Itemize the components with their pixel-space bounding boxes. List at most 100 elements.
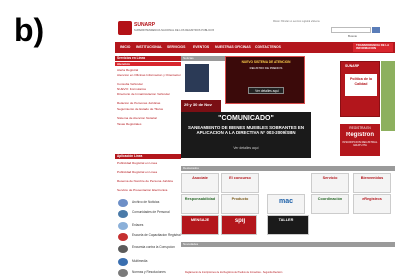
website-screenshot: SUNARP SUPERINTENDENCIA NACIONAL DE LOS … bbox=[115, 16, 395, 280]
featured-tile-label: Producto bbox=[231, 197, 249, 201]
search-input[interactable] bbox=[331, 27, 371, 33]
sidebar-item[interactable]: Sistema de Atencion Notarial bbox=[117, 116, 157, 120]
peru-map-image[interactable] bbox=[381, 61, 395, 131]
popup-title: NUEVO SISTEMA DE ATENCION bbox=[241, 60, 291, 64]
promo-text: Politica de la Calidad bbox=[350, 77, 372, 86]
sidebar-app-item[interactable]: Publicidad Registral en Linea bbox=[117, 161, 157, 165]
logo-mark-icon bbox=[118, 21, 132, 35]
main-nav: INICIO INSTITUCIONAL SERVICIOS EVENTOS N… bbox=[115, 42, 395, 53]
popup-dialog: NUEVO SISTEMA DE ATENCION REGISTRO DE PR… bbox=[225, 56, 305, 104]
multimedia-icon bbox=[118, 258, 128, 266]
featured-tile[interactable]: MENSAJE bbox=[181, 215, 219, 235]
registron-promo-title: Registron bbox=[345, 132, 374, 138]
news-body: Reglamento de Inscripciones de los Regis… bbox=[181, 247, 395, 280]
notice-media-thumbnail[interactable] bbox=[185, 64, 209, 92]
sidebar-item[interactable]: Atencion en Oficinas Informacion y Orien… bbox=[117, 73, 182, 77]
news-archive-icon bbox=[118, 199, 128, 207]
nav-item-eventos[interactable]: EVENTOS bbox=[193, 42, 209, 53]
nav-item-servicios[interactable]: SERVICIOS bbox=[167, 42, 185, 53]
rules-icon bbox=[118, 269, 128, 277]
sidebar-item[interactable]: Tasas Registrales bbox=[117, 122, 141, 126]
sidebar-link[interactable]: Archivo de Noticias bbox=[132, 200, 159, 204]
transparency-badge[interactable]: TRANSPARENCIA DE LA INFORMACION bbox=[353, 43, 393, 52]
featured-tile[interactable]: TALLER bbox=[267, 215, 309, 235]
featured-tile-label: spij bbox=[234, 218, 246, 224]
featured-tile-label: MENSAJE bbox=[190, 218, 210, 222]
featured-tile-label: eRegistros bbox=[362, 197, 382, 201]
header: SUNARP SUPERINTENDENCIA NACIONAL DE LOS … bbox=[115, 16, 395, 42]
notices-title: Noticias bbox=[183, 56, 194, 60]
featured-tile-label: Coordinación bbox=[317, 197, 343, 201]
featured-tile[interactable]: El concurso bbox=[221, 173, 259, 193]
featured-tile[interactable]: Bienvenidos bbox=[353, 173, 391, 193]
registron-promo[interactable]: REGISTRA EN Registron INSCRIPCIÓN REGIST… bbox=[340, 124, 380, 156]
logo-subtitle: SUPERINTENDENCIA NACIONAL DE LOS REGISTR… bbox=[134, 29, 215, 32]
sidebar-link[interactable]: Encuesta contra la Corrupcion bbox=[132, 245, 175, 249]
sidebar-link[interactable]: Escuela de Capacitacion Registral bbox=[132, 233, 181, 237]
featured-tile[interactable]: Coordinación bbox=[311, 194, 349, 214]
featured-tile-label: TALLER bbox=[278, 218, 294, 222]
sidebar-item[interactable]: Consulta Vehicular bbox=[117, 82, 143, 86]
event-date-label: 29 y 30 de Nov bbox=[184, 102, 212, 107]
panel-label: b) bbox=[14, 12, 45, 48]
announcement-title: "COMUNICADO" bbox=[218, 115, 274, 122]
left-sidebar: Servicios en Línea Atención Alerta Regis… bbox=[115, 56, 182, 280]
registron-promo-subtitle: INSCRIPCIÓN REGISTRAL GRATUITA bbox=[342, 141, 378, 148]
sidebar-section-title: Atención bbox=[115, 62, 181, 66]
nav-item-inicio[interactable]: INICIO bbox=[120, 42, 130, 53]
featured-tile-label: Responsabilidad bbox=[184, 197, 216, 201]
transparency-badge-label: TRANSPARENCIA DE LA INFORMACION bbox=[356, 44, 389, 51]
search-button[interactable] bbox=[372, 27, 380, 33]
logo[interactable]: SUNARP SUPERINTENDENCIA NACIONAL DE LOS … bbox=[118, 21, 214, 37]
sidebar-item[interactable]: Directorio de Inmatriculacion Vehicular bbox=[117, 92, 170, 96]
announcement-banner[interactable]: "COMUNICADO" SANEAMIENTO DE BIENES MUEBL… bbox=[181, 112, 311, 158]
search-label: Buscar bbox=[348, 34, 358, 38]
announcement-body: SANEAMIENTO DE BIENES MUEBLES SOBRANTES … bbox=[187, 125, 305, 135]
promo-box: Politica de la Calidad bbox=[345, 74, 377, 96]
survey-icon bbox=[118, 245, 128, 253]
sidebar-app-item[interactable]: Publicidad Registral en Linea bbox=[117, 170, 157, 174]
featured-tile[interactable]: spij bbox=[221, 215, 257, 235]
logo-text: SUNARP bbox=[134, 22, 156, 28]
nav-item-contactenos[interactable]: CONTACTENOS bbox=[255, 42, 281, 53]
featured-tile-label: Asociate bbox=[192, 176, 208, 180]
sidebar-app-item[interactable]: Servicio de Presentacion Electronica bbox=[117, 188, 167, 192]
people-icon bbox=[118, 210, 128, 218]
featured-tile-label: mac bbox=[278, 198, 293, 205]
sidebar-link[interactable]: Normas y Resoluciones bbox=[132, 270, 166, 274]
sidebar-link[interactable]: Multimedia bbox=[132, 259, 147, 263]
featured-tile[interactable]: Responsabilidad bbox=[181, 194, 219, 214]
links-icon bbox=[118, 222, 128, 230]
announcement-link[interactable]: Ver detalles aquí bbox=[181, 146, 311, 150]
popup-subtitle: REGISTRO DE PREDIOS bbox=[249, 66, 283, 70]
sidebar-item[interactable]: Relacion de Personas Juridicas bbox=[117, 101, 160, 105]
sidebar-link[interactable]: Comunidades de Personal bbox=[132, 210, 170, 214]
featured-tile[interactable]: Servicio bbox=[311, 173, 349, 193]
sidebar-item[interactable]: Alerta Registral bbox=[117, 68, 138, 72]
featured-tile[interactable]: Producto bbox=[221, 194, 259, 214]
quality-policy-promo[interactable]: SUNARP Politica de la Calidad bbox=[340, 61, 380, 117]
registron-promo-kicker: REGISTRA EN bbox=[349, 126, 371, 130]
sidebar-app-item[interactable]: Reserva de Nombre de Persona Juridica bbox=[117, 179, 173, 183]
school-icon bbox=[118, 233, 128, 241]
featured-tile[interactable]: Asociate bbox=[181, 173, 219, 193]
popup-box: NUEVO SISTEMA DE ATENCION REGISTRO DE PR… bbox=[225, 56, 305, 104]
featured-tile[interactable]: mac bbox=[267, 194, 305, 214]
promo-logo: SUNARP bbox=[345, 64, 360, 68]
featured-tile[interactable]: eRegistros bbox=[353, 194, 391, 214]
popup-details-button[interactable]: Ver detalles aquí bbox=[248, 87, 284, 94]
featured-tile-label: Servicio bbox=[322, 176, 338, 180]
featured-header: Destacados bbox=[181, 166, 395, 171]
sidebar-link[interactable]: Enlaces bbox=[132, 223, 143, 227]
sidebar-item[interactable]: NUEVO: Formularios bbox=[117, 87, 146, 91]
nav-item-institucional[interactable]: INSTITUCIONAL bbox=[136, 42, 162, 53]
sidebar-apps-title: Aplicación Línea bbox=[115, 154, 181, 159]
popup-details-label: Ver detalles aquí bbox=[255, 89, 279, 93]
sidebar-item[interactable]: Seguimiento de Estado de Titulos bbox=[117, 107, 163, 111]
news-link[interactable]: Reglamento de Inscripciones de los Regis… bbox=[185, 271, 391, 274]
nav-item-oficinas[interactable]: NUESTRAS OFICINAS bbox=[215, 42, 251, 53]
featured-tile-label: Bienvenidos bbox=[360, 176, 384, 180]
tagline: Mision: Brindar un servicio registral ef… bbox=[273, 20, 320, 23]
featured-title: Destacados bbox=[183, 166, 199, 170]
featured-grid: Asociate El concurso Servicio Bienvenido… bbox=[181, 173, 395, 235]
